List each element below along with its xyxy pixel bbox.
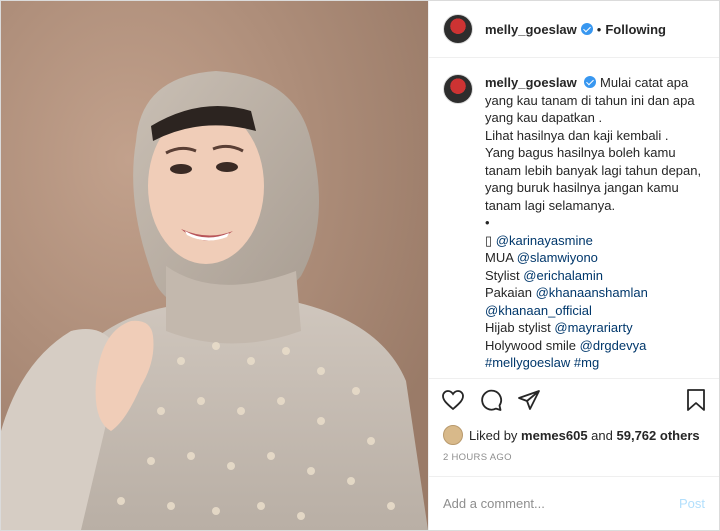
comment-input[interactable]: Add a comment... — [443, 496, 679, 511]
liker-avatar[interactable] — [443, 425, 463, 445]
author-avatar[interactable] — [443, 14, 473, 44]
hashtag-link[interactable]: #mellygoeslaw — [485, 355, 570, 370]
hashtag-link[interactable]: #mg — [574, 355, 599, 370]
credit-handle-link[interactable]: @drgdevya — [580, 338, 647, 353]
credit-line: Holywood smile @drgdevya — [485, 337, 705, 355]
caption-line: tanam lagi selamanya. — [485, 197, 616, 213]
hashtag-line: #mellygoeslaw #mg — [485, 354, 705, 372]
liker-username[interactable]: memes605 — [521, 428, 588, 443]
verified-badge-icon — [584, 76, 597, 88]
credit-handle-link[interactable]: @slamwiyono — [517, 250, 598, 265]
caption-line: • — [485, 215, 490, 230]
credit-line: MUA @slamwiyono — [485, 249, 705, 267]
caption-username[interactable]: melly_goeslaw — [485, 75, 577, 90]
credit-handle-link[interactable]: @mayrariarty — [554, 320, 632, 335]
likes-prefix: Liked by — [469, 427, 518, 443]
credit-label: ▯ — [485, 232, 493, 248]
caption-line: yang kau tanam di tahun ini dan apa — [485, 92, 695, 108]
paper-plane-icon[interactable] — [517, 388, 541, 412]
following-button[interactable]: Following — [605, 22, 666, 37]
credit-label: Holywood smile — [485, 337, 577, 353]
caption-line: Lihat hasilnya dan kaji kembali . — [485, 127, 669, 143]
portrait-illustration — [1, 1, 428, 530]
credit-label: Pakaian — [485, 285, 532, 300]
credit-line: Pakaian @khanaanshamlan — [485, 284, 705, 302]
likes-joiner: and — [591, 427, 613, 443]
post-side-panel: melly_goeslaw • Following melly_goeslaw … — [428, 1, 719, 530]
heart-icon[interactable] — [441, 388, 465, 412]
credit-label: MUA — [485, 250, 514, 265]
credit-line: ▯ @karinayasmine — [485, 232, 705, 250]
post-photo[interactable] — [1, 1, 428, 530]
post-timestamp[interactable]: 2 HOURS AGO — [429, 450, 719, 476]
credit-label: Hijab stylist — [485, 320, 551, 335]
caption-section: melly_goeslaw Mulai catat apa yang kau t… — [429, 58, 719, 378]
credit-line: Stylist @erichalamin — [485, 267, 705, 285]
credit-handle-link[interactable]: @erichalamin — [523, 268, 603, 283]
verified-badge-icon — [580, 23, 593, 35]
caption-line: yang kau dapatkan . — [485, 110, 603, 125]
credit-label: Stylist — [485, 267, 520, 283]
comment-box: Add a comment... Post — [429, 476, 719, 530]
post-header: melly_goeslaw • Following — [429, 1, 719, 58]
header-separator: • — [596, 21, 602, 37]
credit-line: @khanaan_official — [485, 302, 705, 320]
comment-icon[interactable] — [479, 388, 503, 412]
credit-handle-link[interactable]: @khanaan_official — [485, 303, 592, 318]
instagram-post: melly_goeslaw • Following melly_goeslaw … — [0, 0, 720, 531]
caption-line: Mulai catat apa — [600, 75, 689, 90]
credit-handle-link[interactable]: @karinayasmine — [496, 233, 593, 248]
author-username[interactable]: melly_goeslaw — [485, 22, 577, 37]
caption-author-avatar[interactable] — [443, 74, 473, 104]
action-bar — [429, 378, 719, 420]
likes-others-count[interactable]: 59,762 others — [617, 428, 700, 443]
credit-handle-link[interactable]: @khanaanshamlan — [536, 285, 648, 300]
caption-line: yang buruk hasilnya jangan kamu — [485, 180, 679, 195]
post-comment-button[interactable]: Post — [679, 496, 705, 511]
credit-line: Hijab stylist @mayrariarty — [485, 319, 705, 337]
caption-line: Yang bagus hasilnya boleh kamu — [485, 145, 676, 160]
caption-line: tanam lebih banyak lagi tahun depan, — [485, 162, 702, 178]
bookmark-icon[interactable] — [685, 388, 707, 412]
caption-body: melly_goeslaw Mulai catat apa yang kau t… — [485, 74, 705, 378]
likes-summary: Liked by memes605 and 59,762 others — [429, 420, 719, 450]
